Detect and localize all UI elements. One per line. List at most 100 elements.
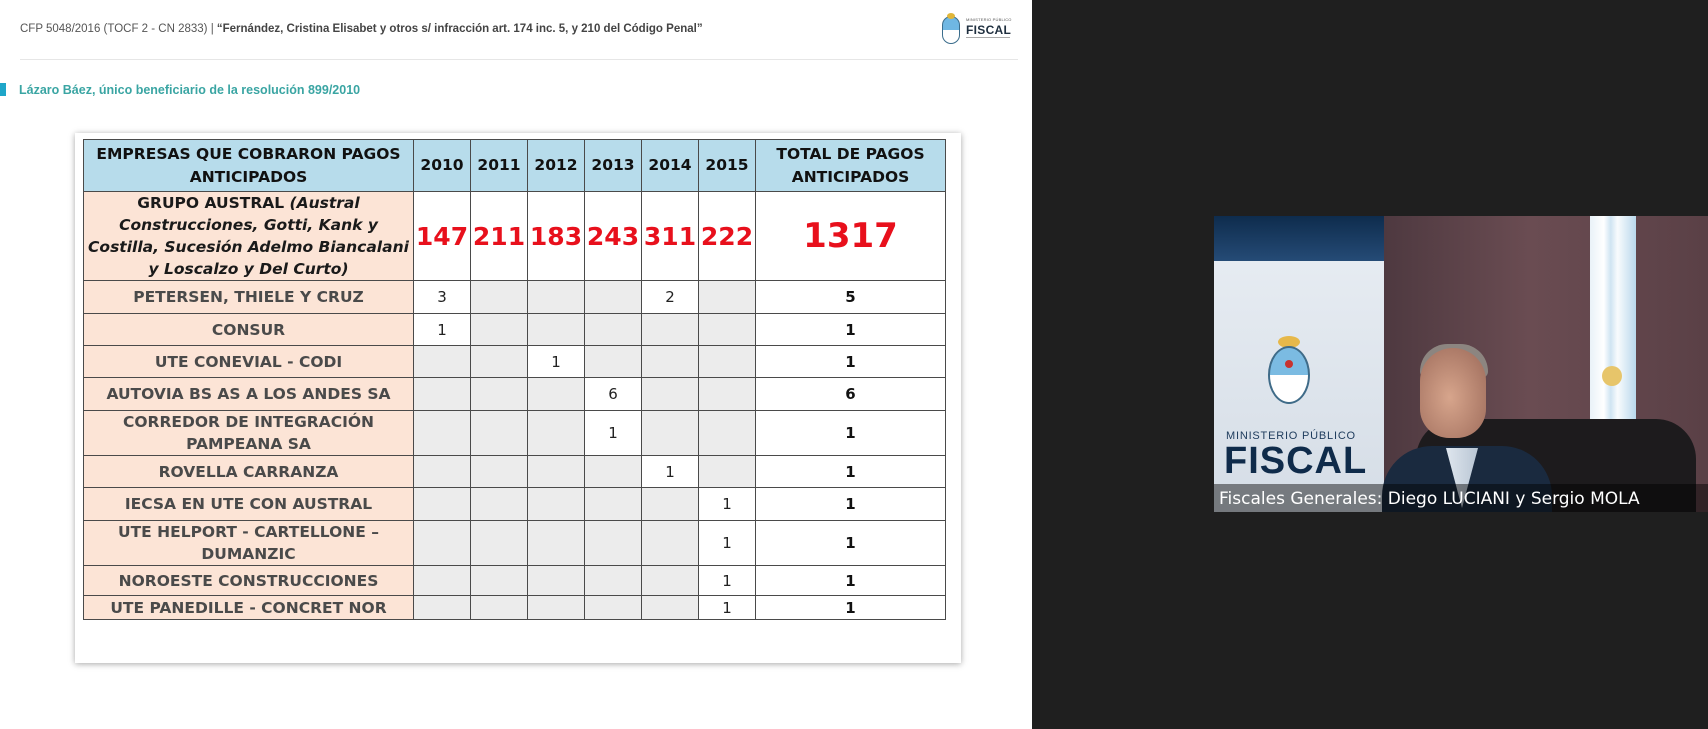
total-value-cell: 1 bbox=[755, 313, 946, 346]
slide-header: CFP 5048/2016 (TOCF 2 - CN 2833) | “Fern… bbox=[20, 13, 1018, 60]
year-value-cell: 222 bbox=[698, 191, 756, 281]
year-value-cell bbox=[413, 377, 471, 411]
company-name: UTE PANEDILLE - CONCRET NOR bbox=[110, 598, 387, 617]
year-value-cell bbox=[584, 455, 642, 488]
year-value-cell bbox=[470, 410, 528, 456]
year-value-cell bbox=[584, 520, 642, 566]
year-value-cell bbox=[470, 487, 528, 521]
total-value-cell: 1 bbox=[755, 410, 946, 456]
year-value-cell: 311 bbox=[641, 191, 699, 281]
total-value-cell: 5 bbox=[755, 280, 946, 314]
year-value-cell: 1 bbox=[698, 487, 756, 521]
total-value-cell: 1317 bbox=[755, 191, 946, 281]
emblem-oval bbox=[1268, 346, 1310, 404]
case-number: CFP 5048/2016 (TOCF 2 - CN 2833) | bbox=[20, 23, 217, 35]
table-row: AUTOVIA BS AS A LOS ANDES SA 6 6 bbox=[83, 377, 946, 411]
company-name-cell: CORREDOR DE INTEGRACIÓN PAMPEANA SA bbox=[83, 410, 414, 456]
year-value-cell bbox=[413, 455, 471, 488]
year-value-cell bbox=[641, 595, 699, 620]
participant-name-label: Fiscales Generales: Diego LUCIANI y Serg… bbox=[1219, 489, 1640, 509]
year-value-cell bbox=[584, 565, 642, 596]
table-row: UTE PANEDILLE - CONCRET NOR 1 1 bbox=[83, 595, 946, 620]
year-value-cell bbox=[641, 313, 699, 346]
year-value-cell bbox=[641, 565, 699, 596]
year-value-cell bbox=[413, 595, 471, 620]
mpf-logo-small-text: MINISTERIO PÚBLICO bbox=[966, 17, 1012, 22]
year-value-cell bbox=[584, 280, 642, 314]
year-value-cell bbox=[470, 313, 528, 346]
company-name-cell: IECSA EN UTE CON AUSTRAL bbox=[83, 487, 414, 521]
company-name: CORREDOR DE INTEGRACIÓN PAMPEANA SA bbox=[122, 413, 375, 453]
column-header-year: 2015 bbox=[698, 139, 756, 192]
column-header-year: 2010 bbox=[413, 139, 471, 192]
coat-of-arms-icon bbox=[1264, 336, 1314, 408]
presenter-face bbox=[1420, 348, 1486, 438]
company-name-cell: AUTOVIA BS AS A LOS ANDES SA bbox=[83, 377, 414, 411]
total-value-cell: 6 bbox=[755, 377, 946, 411]
year-value-cell: 243 bbox=[584, 191, 642, 281]
section-title: Lázaro Báez, único beneficiario de la re… bbox=[19, 83, 361, 97]
company-name: UTE HELPORT - CARTELLONE – DUMANZIC bbox=[117, 523, 379, 563]
mpf-logo: MINISTERIO PÚBLICO FISCAL bbox=[942, 13, 1016, 46]
table-header-row: EMPRESAS QUE COBRARON PAGOS ANTICIPADOS … bbox=[83, 139, 946, 192]
table-row: IECSA EN UTE CON AUSTRAL 1 1 bbox=[83, 487, 946, 521]
year-value-cell bbox=[470, 595, 528, 620]
table-row: CONSUR 1 1 bbox=[83, 313, 946, 346]
company-name: CONSUR bbox=[211, 320, 286, 339]
year-value-cell bbox=[413, 565, 471, 596]
table-row: UTE CONEVIAL - CODI 1 1 bbox=[83, 345, 946, 378]
presenter-video[interactable]: MINISTERIO PÚBLICO FISCAL Fiscales Gener… bbox=[1214, 216, 1708, 512]
year-value-cell bbox=[641, 520, 699, 566]
total-value-cell: 1 bbox=[755, 345, 946, 378]
case-caption: CFP 5048/2016 (TOCF 2 - CN 2833) | “Fern… bbox=[20, 22, 703, 36]
company-name-cell: UTE PANEDILLE - CONCRET NOR bbox=[83, 595, 414, 620]
year-value-cell: 1 bbox=[584, 410, 642, 456]
year-value-cell bbox=[527, 313, 585, 346]
year-value-cell bbox=[527, 377, 585, 411]
year-value-cell bbox=[470, 345, 528, 378]
year-value-cell bbox=[584, 313, 642, 346]
year-value-cell bbox=[470, 377, 528, 411]
year-value-cell: 1 bbox=[698, 520, 756, 566]
year-value-cell bbox=[641, 410, 699, 456]
year-value-cell bbox=[698, 410, 756, 456]
table-row: GRUPO AUSTRAL (Austral Construcciones, G… bbox=[83, 191, 946, 281]
year-value-cell bbox=[527, 455, 585, 488]
year-value-cell bbox=[470, 280, 528, 314]
year-value-cell bbox=[413, 487, 471, 521]
company-name: IECSA EN UTE CON AUSTRAL bbox=[124, 495, 373, 513]
company-name: AUTOVIA BS AS A LOS ANDES SA bbox=[106, 385, 391, 403]
total-value-cell: 1 bbox=[755, 565, 946, 596]
year-value-cell: 6 bbox=[584, 377, 642, 411]
year-value-cell bbox=[698, 455, 756, 488]
column-header-year: 2013 bbox=[584, 139, 642, 192]
year-value-cell: 211 bbox=[470, 191, 528, 281]
year-value-cell bbox=[527, 280, 585, 314]
company-name-cell: PETERSEN, THIELE Y CRUZ bbox=[83, 280, 414, 314]
company-name-cell: NOROESTE CONSTRUCCIONES bbox=[83, 565, 414, 596]
payments-table-frame: EMPRESAS QUE COBRARON PAGOS ANTICIPADOS … bbox=[75, 133, 961, 663]
video-backdrop-band bbox=[1214, 216, 1384, 261]
payments-table: EMPRESAS QUE COBRARON PAGOS ANTICIPADOS … bbox=[83, 139, 946, 620]
year-value-cell bbox=[698, 280, 756, 314]
year-value-cell bbox=[584, 595, 642, 620]
year-value-cell bbox=[527, 565, 585, 596]
year-value-cell bbox=[527, 520, 585, 566]
year-value-cell: 1 bbox=[698, 565, 756, 596]
company-name: NOROESTE CONSTRUCCIONES bbox=[118, 571, 379, 590]
year-value-cell bbox=[413, 345, 471, 378]
year-value-cell bbox=[527, 595, 585, 620]
table-row: PETERSEN, THIELE Y CRUZ 3 2 5 bbox=[83, 280, 946, 314]
meeting-stage: CFP 5048/2016 (TOCF 2 - CN 2833) | “Fern… bbox=[0, 0, 1708, 729]
column-header-year: 2014 bbox=[641, 139, 699, 192]
backdrop-big-text: FISCAL bbox=[1224, 440, 1368, 482]
year-value-cell: 1 bbox=[641, 455, 699, 488]
year-value-cell bbox=[470, 520, 528, 566]
flag-sun-icon bbox=[1602, 366, 1622, 386]
section-title-accent bbox=[0, 83, 6, 96]
emblem-cap bbox=[1285, 360, 1293, 368]
total-value-cell: 1 bbox=[755, 487, 946, 521]
company-name-cell: UTE CONEVIAL - CODI bbox=[83, 345, 414, 378]
year-value-cell bbox=[413, 520, 471, 566]
year-value-cell: 1 bbox=[698, 595, 756, 620]
